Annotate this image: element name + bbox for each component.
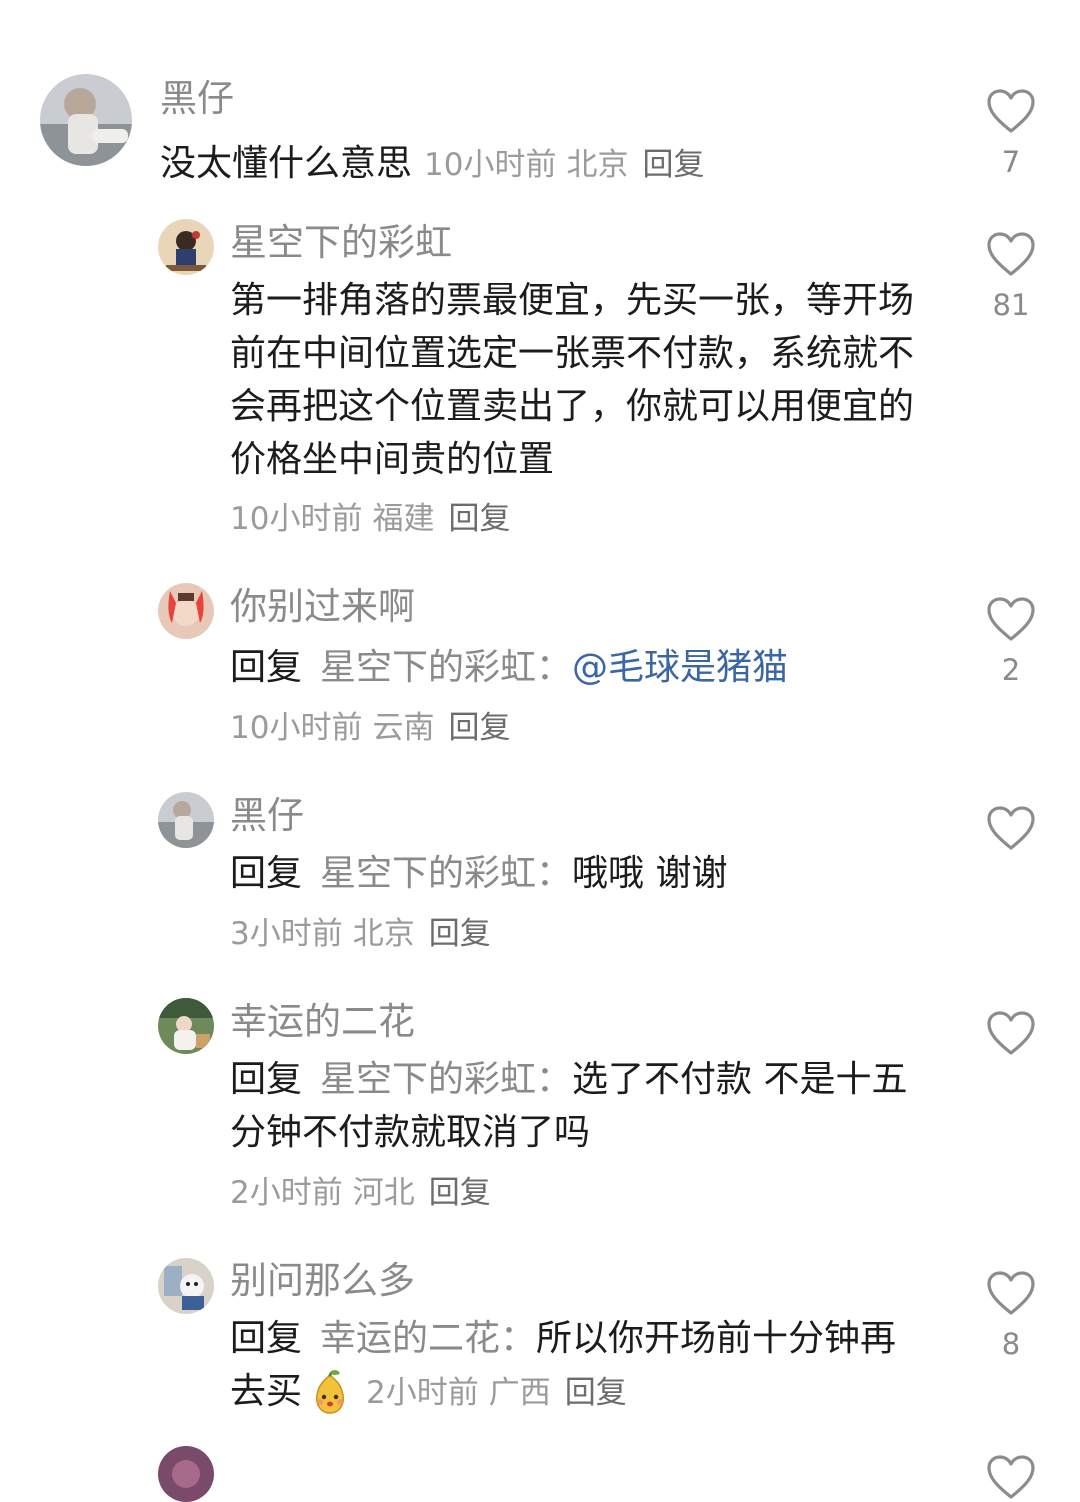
reply-target-user[interactable]: 星空下的彩虹： [320, 1059, 572, 1100]
comment-username[interactable]: 你别过来啊 [230, 588, 415, 625]
comment-username[interactable]: 黑仔 [230, 797, 304, 834]
heart-outline-icon [987, 806, 1035, 850]
like-button[interactable] [983, 1454, 1039, 1500]
like-button[interactable] [983, 1010, 1039, 1056]
like-count: 2 [1001, 653, 1021, 687]
comment-location: 北京 [566, 147, 629, 183]
comment-username[interactable]: 幸运的二花 [230, 1003, 415, 1040]
comment-body: 回复 星空下的彩虹：哦哦 谢谢 [230, 847, 727, 900]
comment-username[interactable]: 别问那么多 [230, 1262, 415, 1299]
pear-face-emoji-icon [306, 1369, 354, 1417]
comment-body: 回复 星空下的彩虹：选了不付款 不是十五分钟不付款就取消了吗 [230, 1053, 930, 1159]
avatar[interactable] [158, 998, 214, 1054]
like-count: 81 [992, 288, 1030, 322]
heart-outline-icon [987, 1455, 1035, 1499]
like-button[interactable]: 2 [983, 596, 1039, 685]
avatar[interactable] [158, 583, 214, 639]
avatar[interactable] [158, 219, 214, 275]
comment-location: 河北 [352, 1175, 415, 1211]
reply-button[interactable]: 回复 [642, 147, 704, 183]
reply-prefix: 回复 [230, 1059, 303, 1100]
like-button[interactable]: 81 [983, 231, 1039, 320]
comment-location: 广西 [488, 1375, 551, 1411]
comment-username[interactable]: 星空下的彩虹 [230, 224, 452, 261]
comment-body: 回复 幸运的二花：所以你开场前十分钟再去买 2小时前 广西 回复 [230, 1312, 930, 1420]
reply-button[interactable]: 回复 [565, 1375, 627, 1411]
heart-outline-icon [987, 89, 1035, 133]
comment-location: 北京 [352, 916, 415, 952]
comment-body: 回复 星空下的彩虹：@毛球是猪猫 [230, 641, 788, 694]
reply-button[interactable]: 回复 [448, 710, 510, 746]
reply-button[interactable]: 回复 [448, 501, 510, 537]
avatar[interactable] [158, 1446, 214, 1502]
comment-time: 10小时前 [424, 147, 557, 183]
avatar[interactable] [158, 792, 214, 848]
comment-text: 没太懂什么意思 [160, 143, 413, 184]
like-button[interactable]: 7 [983, 88, 1039, 177]
comment-username[interactable]: 黑仔 [160, 80, 234, 117]
avatar[interactable] [40, 74, 132, 166]
comment-meta: 10小时前 福建 回复 [230, 504, 510, 535]
comment-text: 第一排角落的票最便宜，先买一张，等开场前在中间位置选定一张票不付款，系统就不会再… [230, 280, 915, 480]
reply-button[interactable]: 回复 [429, 916, 491, 952]
reply-prefix: 回复 [230, 647, 303, 688]
comment-time: 2小时前 [230, 1175, 343, 1211]
like-count: 8 [1001, 1327, 1021, 1361]
avatar[interactable] [158, 1258, 214, 1314]
reply-prefix: 回复 [230, 853, 303, 894]
comment-time: 10小时前 [230, 501, 363, 537]
like-count: 7 [1001, 145, 1021, 179]
comment-time: 10小时前 [230, 710, 363, 746]
comment-location: 云南 [372, 710, 435, 746]
comment-time: 3小时前 [230, 916, 343, 952]
comment-location: 福建 [372, 501, 435, 537]
comment-meta: 10小时前 云南 回复 [230, 713, 510, 744]
reply-target-user[interactable]: 星空下的彩虹： [320, 647, 572, 688]
reply-target-user[interactable]: 幸运的二花： [320, 1318, 536, 1359]
mention-link[interactable]: @毛球是猪猫 [572, 647, 788, 688]
reply-prefix: 回复 [230, 1318, 303, 1359]
comment-meta: 2小时前 河北 回复 [230, 1178, 491, 1209]
heart-outline-icon [987, 232, 1035, 276]
heart-outline-icon [987, 597, 1035, 641]
comment-meta: 3小时前 北京 回复 [230, 919, 491, 950]
reply-button[interactable]: 回复 [429, 1175, 491, 1211]
heart-outline-icon [987, 1271, 1035, 1315]
reply-target-user[interactable]: 星空下的彩虹： [320, 853, 572, 894]
heart-outline-icon [987, 1011, 1035, 1055]
like-button[interactable] [983, 805, 1039, 851]
comment-body: 没太懂什么意思 10小时前 北京 回复 [160, 137, 704, 192]
comment-text: 哦哦 谢谢 [572, 853, 728, 894]
comment-time: 2小时前 [366, 1375, 479, 1411]
like-button[interactable]: 8 [983, 1270, 1039, 1359]
